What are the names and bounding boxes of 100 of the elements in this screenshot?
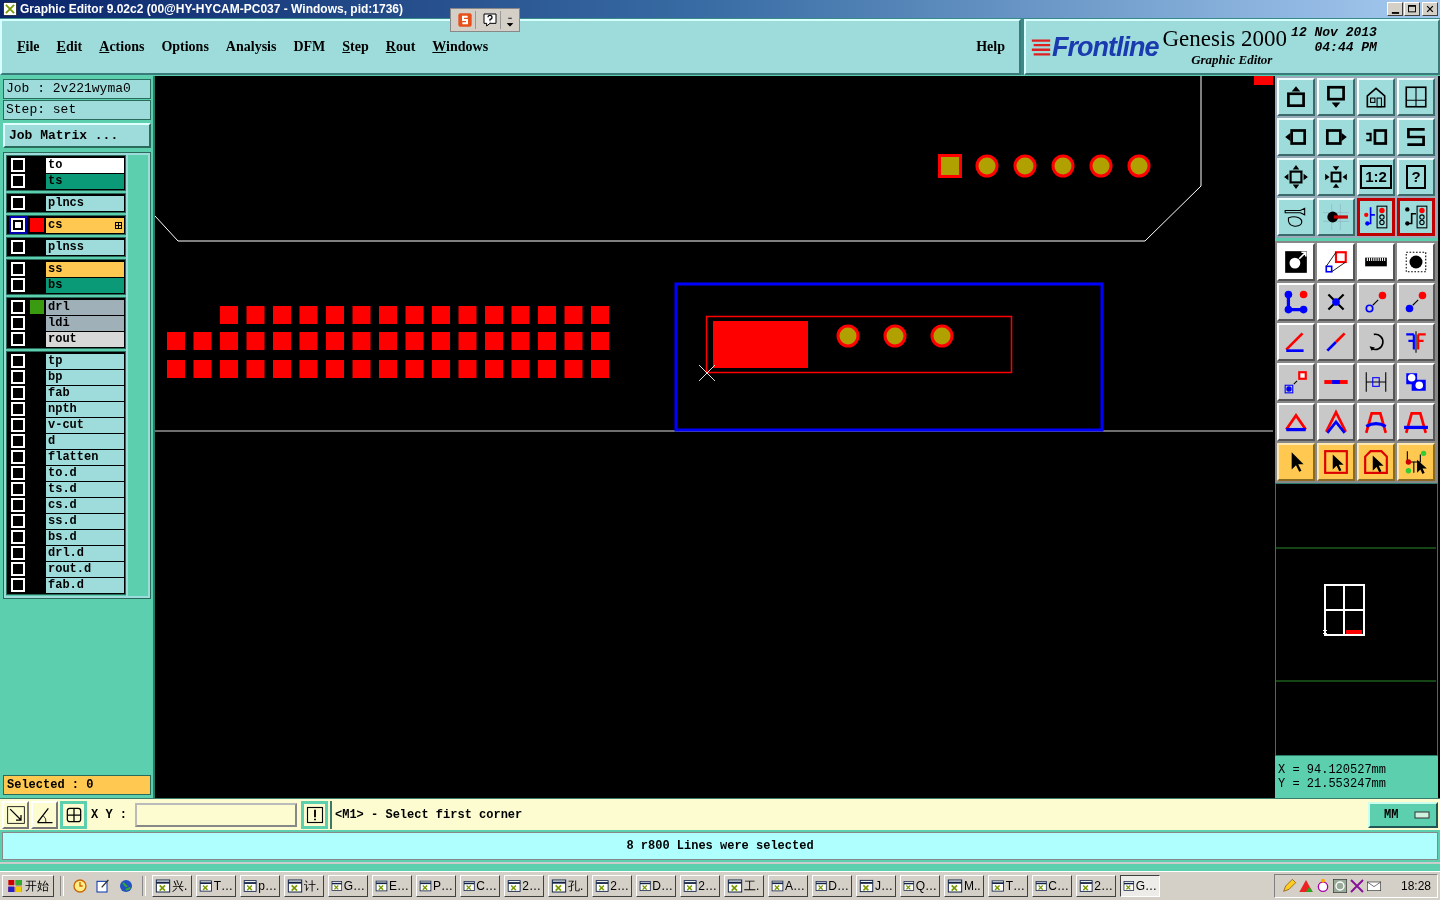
taskbar-button[interactable]: C… [460, 875, 500, 897]
edit-tool-button[interactable] [1317, 443, 1355, 481]
view-tool-button[interactable] [1397, 198, 1435, 236]
layer-checkbox[interactable] [11, 262, 25, 276]
layer-name[interactable]: ss [46, 261, 124, 277]
taskbar-button[interactable]: G… [1120, 875, 1160, 897]
units-dropdown[interactable]: MM [1368, 801, 1438, 828]
layer-checkbox[interactable] [11, 218, 25, 232]
layer-checkbox[interactable] [11, 174, 25, 188]
menu-item[interactable]: Rout [385, 39, 416, 55]
layer-name[interactable]: drl.d [46, 545, 124, 561]
layer-checkbox[interactable] [11, 370, 25, 384]
menu-item[interactable]: Edit [56, 39, 83, 55]
taskbar-button[interactable]: 2… [680, 875, 720, 897]
layer-name[interactable]: ts [46, 173, 124, 189]
layer-checkbox[interactable] [11, 332, 25, 346]
layer-name[interactable]: ts.d [46, 481, 124, 497]
taskbar-button[interactable]: T… [988, 875, 1028, 897]
start-button[interactable]: 开始 [2, 875, 54, 897]
taskbar-button[interactable]: C… [1032, 875, 1072, 897]
menu-item[interactable]: Options [161, 39, 209, 55]
layer-name[interactable]: plncs [46, 195, 124, 211]
menu-item[interactable]: Help [976, 39, 1005, 55]
layer-checkbox[interactable] [11, 562, 25, 576]
layer-checkbox[interactable] [11, 354, 25, 368]
layer-checkbox[interactable] [11, 498, 25, 512]
layer-checkbox[interactable] [11, 530, 25, 544]
layer-checkbox[interactable] [11, 158, 25, 172]
layer-name[interactable]: fab.d [46, 577, 124, 593]
maximize-button[interactable] [1404, 2, 1420, 16]
layer-checkbox[interactable] [11, 466, 25, 480]
view-tool-button[interactable]: ? [1397, 158, 1435, 196]
layer-name[interactable]: bs.d [46, 529, 124, 545]
taskbar-button[interactable]: 兴. [152, 875, 192, 897]
layer-name[interactable]: v-cut [46, 417, 124, 433]
layer-name[interactable]: ldi [46, 315, 124, 331]
taskbar-button[interactable]: Q… [900, 875, 940, 897]
layer-name[interactable]: plnss [46, 239, 124, 255]
edit-tool-button[interactable] [1357, 443, 1395, 481]
taskbar-button[interactable]: E… [372, 875, 412, 897]
layer-name[interactable]: fab [46, 385, 124, 401]
grid-button[interactable] [60, 800, 87, 829]
taskbar-button[interactable]: G… [328, 875, 368, 897]
job-matrix-button[interactable]: Job Matrix ... [3, 123, 151, 148]
minimize-button[interactable] [1387, 2, 1403, 16]
layer-name[interactable]: cs.d [46, 497, 124, 513]
layer-name[interactable]: cs [46, 217, 124, 233]
taskbar-button[interactable]: 工. [724, 875, 764, 897]
layer-checkbox[interactable] [11, 316, 25, 330]
layer-name[interactable]: rout.d [46, 561, 124, 577]
view-tool-button[interactable]: 1:2 [1357, 158, 1395, 196]
layer-name[interactable]: to.d [46, 465, 124, 481]
layer-checkbox[interactable] [11, 402, 25, 416]
taskbar-button[interactable]: 2… [504, 875, 544, 897]
layer-checkbox[interactable] [11, 196, 25, 210]
layer-name[interactable]: ss.d [46, 513, 124, 529]
layer-name[interactable]: rout [46, 331, 124, 347]
edit-tool-button[interactable] [1397, 443, 1435, 481]
angle-button[interactable] [31, 800, 58, 829]
layer-name[interactable]: tp [46, 353, 124, 369]
layer-checkbox[interactable] [11, 434, 25, 448]
taskbar-button[interactable]: T… [196, 875, 236, 897]
taskbar-button[interactable]: 计. [284, 875, 324, 897]
layer-checkbox[interactable] [11, 278, 25, 292]
layer-name[interactable]: flatten [46, 449, 124, 465]
taskbar-button[interactable]: J… [856, 875, 896, 897]
layer-name[interactable]: d [46, 433, 124, 449]
layer-checkbox[interactable] [11, 450, 25, 464]
menu-item[interactable]: Windows [432, 39, 489, 55]
layer-checkbox[interactable] [11, 300, 25, 314]
taskbar-button[interactable]: M.. [944, 875, 984, 897]
layer-checkbox[interactable] [11, 546, 25, 560]
taskbar-button[interactable]: D… [636, 875, 676, 897]
menu-item[interactable]: DFM [293, 39, 326, 55]
layer-name[interactable]: to [46, 157, 124, 173]
coordinate-input[interactable] [135, 802, 297, 827]
menu-item[interactable]: File [17, 39, 40, 55]
menu-item[interactable]: Step [342, 39, 369, 55]
layer-checkbox[interactable] [11, 514, 25, 528]
taskbar-button[interactable]: 2… [592, 875, 632, 897]
menu-item[interactable]: Analysis [225, 39, 277, 55]
layer-checkbox[interactable] [11, 482, 25, 496]
edit-tool-button[interactable] [1277, 443, 1315, 481]
layer-name[interactable]: npth [46, 401, 124, 417]
taskbar-button[interactable]: D… [812, 875, 852, 897]
layer-checkbox[interactable] [11, 240, 25, 254]
taskbar-button[interactable]: 2… [1076, 875, 1116, 897]
taskbar-button[interactable]: 孔. [548, 875, 588, 897]
taskbar-button[interactable]: P… [416, 875, 456, 897]
layer-checkbox[interactable] [11, 386, 25, 400]
taskbar-button[interactable]: A… [768, 875, 808, 897]
close-button[interactable] [1422, 2, 1438, 16]
layer-checkbox[interactable] [11, 418, 25, 432]
alert-button[interactable] [301, 800, 328, 829]
layer-name[interactable]: drl [46, 299, 124, 315]
layer-name[interactable]: bp [46, 369, 124, 385]
taskbar-button[interactable]: p… [240, 875, 280, 897]
view-tool-button[interactable] [1357, 198, 1395, 236]
menu-item[interactable]: Actions [99, 39, 145, 55]
layer-name[interactable]: bs [46, 277, 124, 293]
